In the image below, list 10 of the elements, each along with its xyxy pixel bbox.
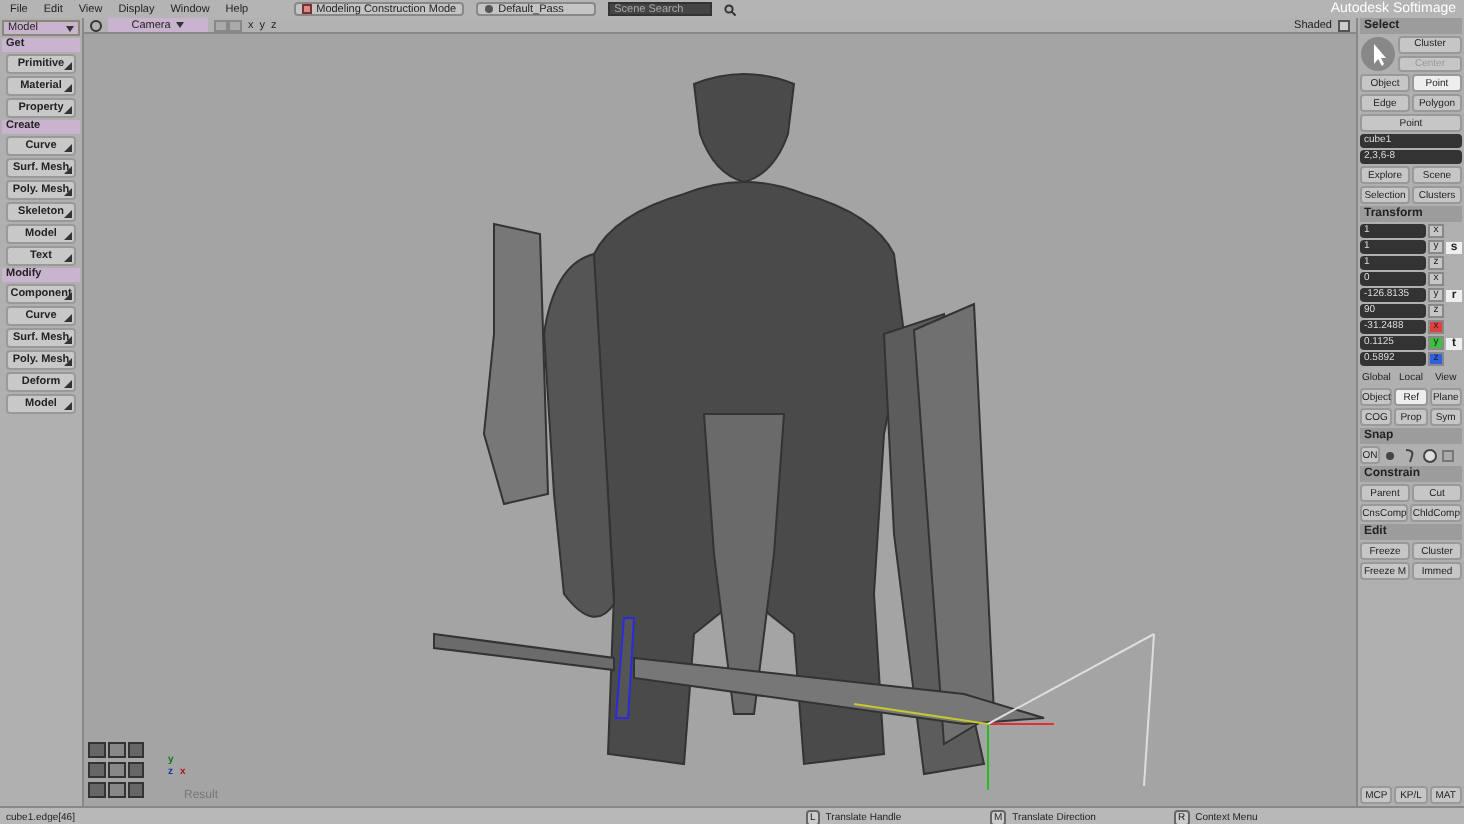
caret-icon bbox=[176, 22, 185, 28]
snap-options-icon bbox=[1382, 447, 1454, 463]
maximize-icon bbox=[1338, 19, 1350, 31]
viewport-layout-icon bbox=[88, 782, 144, 798]
mode-icon bbox=[302, 4, 313, 14]
viewport-layout-icon bbox=[88, 742, 144, 758]
viewport-layout-icon bbox=[88, 762, 144, 778]
search-icon bbox=[724, 3, 737, 15]
caret-icon bbox=[66, 25, 74, 31]
camera-icon bbox=[90, 19, 102, 31]
